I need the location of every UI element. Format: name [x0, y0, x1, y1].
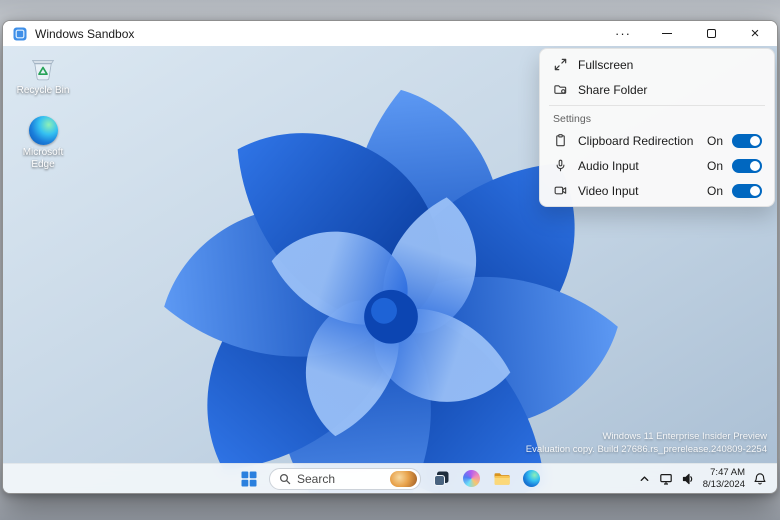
- tray-clock[interactable]: 7:47 AM 8/13/2024: [703, 467, 745, 490]
- menu-item-fullscreen[interactable]: Fullscreen: [543, 52, 771, 77]
- more-options-button[interactable]: ···: [601, 21, 645, 46]
- setting-state: On: [706, 158, 723, 173]
- file-explorer-button[interactable]: [492, 469, 511, 488]
- setting-label: Clipboard Redirection: [578, 133, 694, 148]
- menu-item-label: Fullscreen: [578, 57, 634, 72]
- search-label: Search: [297, 471, 336, 486]
- sandbox-desktop: Recycle Bin Microsoft Edge Fullscreen Sh…: [3, 46, 777, 493]
- menu-item-audio-input: Audio Input On: [543, 153, 771, 178]
- recycle-bin-icon: [10, 53, 76, 83]
- clipboard-icon: [552, 133, 568, 149]
- close-button[interactable]: ×: [733, 21, 777, 46]
- setting-state: On: [706, 183, 723, 198]
- copilot-icon: [463, 470, 480, 487]
- notification-bell-icon[interactable]: [753, 472, 767, 486]
- video-input-toggle[interactable]: [732, 183, 762, 198]
- clock-date: 8/13/2024: [702, 478, 745, 490]
- task-view-icon: [434, 471, 449, 486]
- edge-button[interactable]: [522, 469, 541, 488]
- menu-item-share-folder[interactable]: Share Folder: [543, 77, 771, 102]
- watermark-line1: Windows 11 Enterprise Insider Preview: [602, 431, 767, 443]
- camera-icon: [552, 183, 568, 199]
- audio-input-toggle[interactable]: [732, 158, 762, 173]
- desktop-icon-microsoft-edge[interactable]: Microsoft Edge: [10, 116, 76, 170]
- minimize-icon: [662, 33, 672, 34]
- setting-label: Audio Input: [578, 158, 639, 173]
- sandbox-options-menu: Fullscreen Share Folder Settings Clipboa…: [539, 48, 775, 207]
- window-title: Windows Sandbox: [35, 26, 135, 41]
- copilot-button[interactable]: [462, 469, 481, 488]
- volume-icon[interactable]: [681, 472, 695, 486]
- taskbar-search-box[interactable]: Search: [269, 467, 421, 490]
- menu-divider: [549, 105, 765, 106]
- microphone-icon: [552, 158, 568, 174]
- fullscreen-icon: [552, 57, 568, 73]
- network-icon[interactable]: [659, 472, 673, 486]
- desktop-icon-label: Recycle Bin: [16, 85, 70, 96]
- tray-overflow-chevron[interactable]: [638, 472, 651, 485]
- menu-section-label: Settings: [553, 113, 591, 125]
- maximize-button[interactable]: [689, 21, 733, 46]
- clock-time: 7:47 AM: [710, 467, 745, 479]
- sandbox-app-icon: [13, 27, 27, 41]
- windows-start-icon: [241, 471, 256, 486]
- minimize-button[interactable]: [645, 21, 689, 46]
- desktop-icon-label: Microsoft Edge: [22, 147, 64, 170]
- edge-icon: [523, 470, 540, 487]
- desktop-icon-recycle-bin[interactable]: Recycle Bin: [10, 53, 76, 97]
- clipboard-redirection-toggle[interactable]: [732, 133, 762, 148]
- edge-icon: [10, 116, 76, 145]
- setting-label: Video Input: [578, 183, 639, 198]
- menu-item-video-input: Video Input On: [543, 178, 771, 203]
- titlebar: Windows Sandbox ··· ×: [3, 21, 777, 46]
- eval-watermark: Windows 11 Enterprise Insider Preview Ev…: [526, 431, 767, 457]
- maximize-icon: [706, 29, 716, 38]
- start-button[interactable]: [239, 469, 258, 488]
- windows-sandbox-window: Windows Sandbox ··· × Recycle Bin Micros…: [2, 20, 778, 494]
- search-icon: [279, 473, 291, 485]
- taskbar-center-group: Search: [239, 464, 541, 493]
- share-folder-icon: [552, 82, 568, 98]
- menu-item-label: Share Folder: [578, 82, 648, 97]
- taskbar: Search 7:47 AM 8/13/2024: [3, 463, 777, 493]
- setting-state: On: [706, 133, 723, 148]
- task-view-button[interactable]: [432, 469, 451, 488]
- menu-item-clipboard-redirection: Clipboard Redirection On: [543, 128, 771, 153]
- system-tray: 7:47 AM 8/13/2024: [638, 464, 773, 493]
- search-highlight-image[interactable]: [390, 470, 417, 487]
- file-explorer-icon: [494, 472, 510, 485]
- window-controls: ··· ×: [601, 21, 777, 46]
- watermark-line2: Evaluation copy. Build 27686.rs_prerelea…: [525, 444, 767, 456]
